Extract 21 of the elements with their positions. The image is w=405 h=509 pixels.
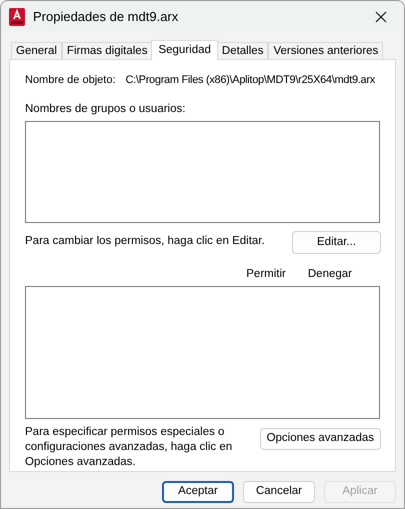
app-icon xyxy=(9,8,25,26)
close-icon xyxy=(375,10,387,22)
tab[interactable]: Seguridad xyxy=(151,40,218,60)
tab[interactable]: General xyxy=(11,42,62,59)
groups-list[interactable] xyxy=(25,120,380,223)
tab[interactable]: Detalles xyxy=(216,42,268,59)
groups-label: Nombres de grupos o usuarios: xyxy=(25,102,186,116)
object-name-value: C:\Program Files (x86)\Aplitop\MDT9\r25X64\mdt9.arx xyxy=(126,73,375,88)
column-header: Denegar xyxy=(308,266,352,282)
object-name-label: Nombre de objeto: xyxy=(25,73,116,88)
column-header: Permitir xyxy=(246,266,286,282)
tab[interactable]: Firmas digitales xyxy=(62,42,152,59)
window-title: Propiedades de mdt9.arx xyxy=(33,8,180,26)
advanced-options-button[interactable]: Opciones avanzadas xyxy=(260,428,381,450)
tab[interactable]: Versiones anteriores xyxy=(268,42,384,59)
dialog-button[interactable]: Cancelar xyxy=(243,481,315,503)
edit-button[interactable]: Editar... xyxy=(292,230,381,254)
advanced-hint: Para especificar permisos especiales o configuraciones avanzadas, haga clic en Opciones avanzadas. xyxy=(25,425,234,470)
dialog-button[interactable]: Aceptar xyxy=(162,481,234,503)
permissions-list[interactable] xyxy=(25,286,380,419)
change-hint: Para cambiar los permisos, haga clic en Editar. xyxy=(25,234,265,249)
